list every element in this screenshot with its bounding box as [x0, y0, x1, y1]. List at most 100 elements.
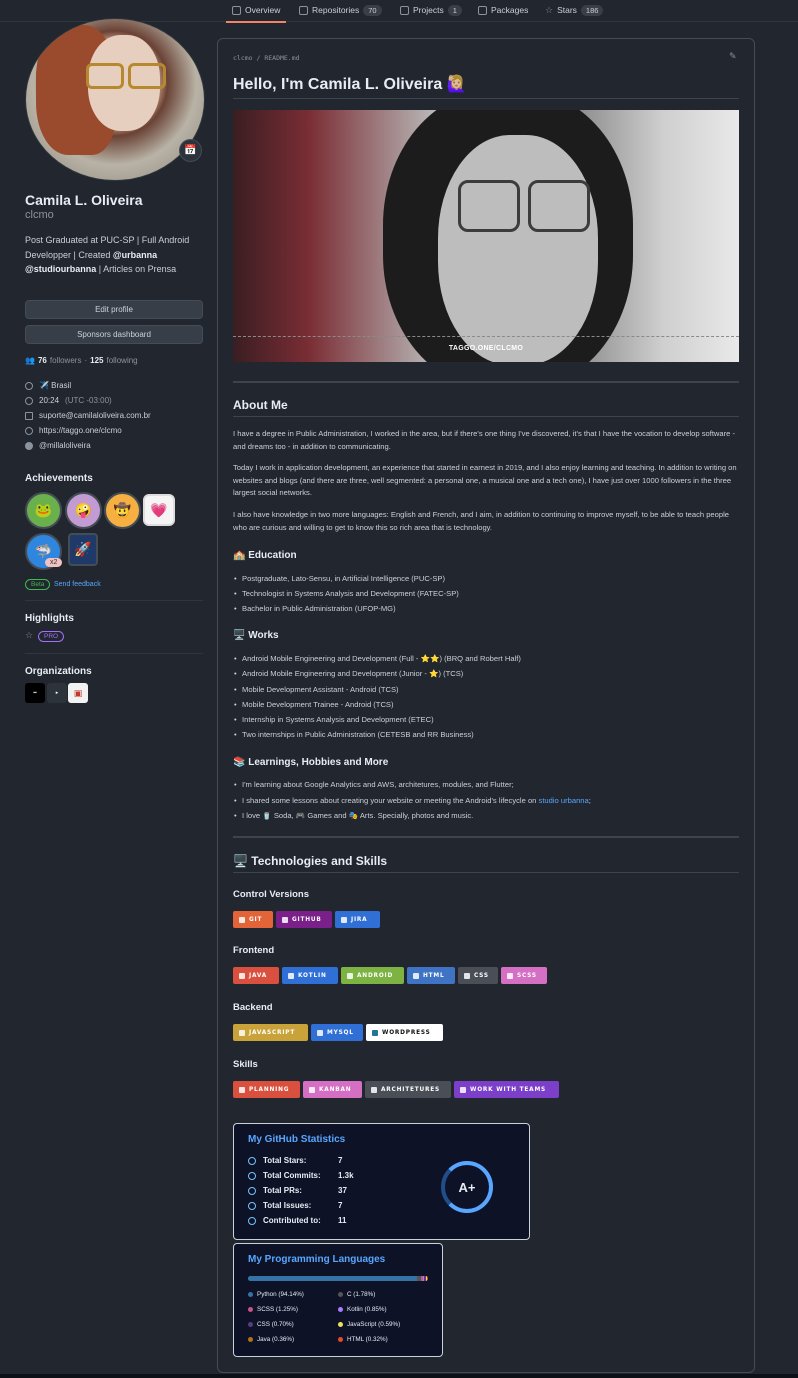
website-link[interactable]: https://taggo.one/clcmo [39, 426, 122, 435]
stat-row: Contributed to: 11 [248, 1216, 346, 1225]
kotlin-badge: KOTLIN [282, 967, 338, 984]
book-icon [232, 5, 241, 15]
readme-path-user[interactable]: clcmo [233, 54, 253, 62]
following-count[interactable]: 125 [90, 356, 103, 365]
achievement-starstruck-icon[interactable]: 🚀 [68, 533, 98, 566]
about-paragraph-3: I also have knowledge in two more langua… [233, 510, 730, 532]
readme-path-file[interactable]: README.md [264, 54, 299, 62]
language-java: Java (0.36%) [248, 1336, 294, 1343]
stat-row: Total Issues: 7 [248, 1201, 342, 1210]
achievement-yolo-icon[interactable]: 🤪 [65, 492, 102, 529]
mention-urbanna[interactable]: @urbanna [113, 250, 157, 260]
architecture-icon [371, 1086, 377, 1093]
css-badge: CSS [458, 967, 498, 984]
mail-icon [25, 411, 33, 420]
trello-icon [239, 1086, 245, 1093]
following-link[interactable]: following [106, 356, 137, 365]
achievement-heart-on-sleeve-icon[interactable]: 💗 [143, 494, 175, 526]
banner-image[interactable]: TAGGO.ONE/CLCMO [233, 110, 739, 362]
list-item: Android Mobile Engineering and Developme… [234, 669, 463, 678]
organizations-title: Organizations [25, 666, 92, 677]
divider [233, 381, 739, 383]
jira-icon [341, 916, 347, 923]
list-item: Technologist in Systems Analysis and Dev… [234, 589, 459, 598]
page-bottom-edge [0, 1374, 798, 1378]
star-icon [248, 1156, 256, 1165]
repo-icon [248, 1216, 256, 1225]
github-badge: GITHUB [276, 911, 332, 928]
pro-badge: PRO [38, 631, 65, 642]
divider [233, 98, 739, 99]
twitter-link[interactable]: @millaloliveira [39, 441, 91, 450]
divider [233, 836, 739, 838]
android-icon [347, 972, 353, 979]
website: https://taggo.one/clcmo [25, 426, 122, 435]
divider [233, 416, 739, 417]
javascript-icon [239, 1029, 245, 1036]
java-icon [239, 972, 245, 979]
divider [25, 600, 203, 601]
list-item: Two internships in Public Administration… [234, 730, 474, 739]
send-feedback-link[interactable]: Send feedback [54, 581, 101, 588]
tab-projects[interactable]: Projects 1 [400, 3, 462, 17]
list-item: Android Mobile Engineering and Developme… [234, 654, 521, 663]
edit-pencil-icon[interactable]: ✎ [729, 51, 737, 62]
followers-link[interactable]: followers [50, 356, 82, 365]
kanban-badge: KANBAN [303, 1081, 362, 1098]
achievement-pair-extraordinaire-icon[interactable]: 🐸 [25, 492, 62, 529]
frontend-title: Frontend [233, 945, 275, 956]
link-icon [25, 426, 33, 435]
org-avatar-1[interactable]: ▪▪ [25, 683, 45, 703]
profile-name: Camila L. Oliveira [25, 192, 143, 208]
mysql-icon [317, 1029, 323, 1036]
achievement-multiplier: x2 [45, 558, 63, 567]
profile-bio: Post Graduated at PUC-SP | Full Android … [25, 235, 190, 274]
css-icon [464, 972, 470, 979]
location-icon [25, 381, 33, 390]
stars-count: 186 [580, 4, 604, 16]
list-item: I love 🥤 Soda, 🎮 Games and 🎭 Arts. Speci… [234, 811, 473, 820]
clock-icon [248, 1171, 256, 1180]
beta-label: Beta [25, 579, 51, 590]
tab-packages[interactable]: Packages [478, 3, 528, 17]
list-item: Mobile Development Trainee - Android (TC… [234, 700, 394, 709]
email-link[interactable]: suporte@camilaloliveira.com.br [39, 411, 151, 420]
profile-login: clcmo [25, 209, 54, 221]
studio-urbanna-link[interactable]: studio urbanna [539, 796, 589, 805]
jira-badge: JIRA [335, 911, 380, 928]
email: suporte@camilaloliveira.com.br [25, 411, 151, 420]
planning-badge: PLANNING [233, 1081, 300, 1098]
divider [233, 872, 739, 873]
tab-repositories[interactable]: Repositories 70 [299, 3, 382, 17]
avatar[interactable] [25, 18, 205, 181]
kanban-icon [309, 1086, 315, 1093]
language-kotlin: Kotlin (0.85%) [338, 1306, 387, 1313]
calendar-status-icon[interactable]: 📅 [179, 139, 202, 162]
projects-count: 1 [447, 4, 462, 16]
org-avatar-3[interactable]: ▣ [68, 683, 88, 703]
language-scss: SCSS (1.25%) [248, 1306, 298, 1313]
readme-heading: Hello, I'm Camila L. Oliveira 🙋🏼‍♀️ [233, 76, 467, 93]
git-badge: GIT [233, 911, 273, 928]
achievement-quickdraw-icon[interactable]: 🤠 [104, 492, 141, 529]
org-avatar-2[interactable]: ▸ [47, 683, 67, 703]
edit-profile-button[interactable]: Edit profile [25, 300, 203, 319]
language-python: Python (94.14%) [248, 1291, 304, 1298]
language-javascript: JavaScript (0.59%) [338, 1321, 400, 1328]
mention-studiourbanna[interactable]: @studiourbanna [25, 264, 96, 274]
followers-count[interactable]: 76 [38, 356, 47, 365]
local-time: 20:24 (UTC -03:00) [25, 396, 112, 405]
tab-stars[interactable]: ☆ Stars 186 [545, 3, 604, 17]
tab-overview[interactable]: Overview [225, 3, 287, 23]
list-item: I'm learning about Google Analytics and … [234, 780, 514, 789]
backend-title: Backend [233, 1002, 273, 1013]
readme-path: clcmo / README.md [233, 54, 300, 62]
clock-icon [25, 396, 33, 405]
twitter-icon [25, 441, 33, 450]
sponsors-dashboard-button[interactable]: Sponsors dashboard [25, 325, 203, 344]
language-bar-segment [248, 1276, 418, 1281]
git-icon [239, 916, 245, 923]
twitter: @millaloliveira [25, 441, 91, 450]
package-icon [478, 5, 487, 15]
star-icon: ☆ [545, 4, 554, 15]
